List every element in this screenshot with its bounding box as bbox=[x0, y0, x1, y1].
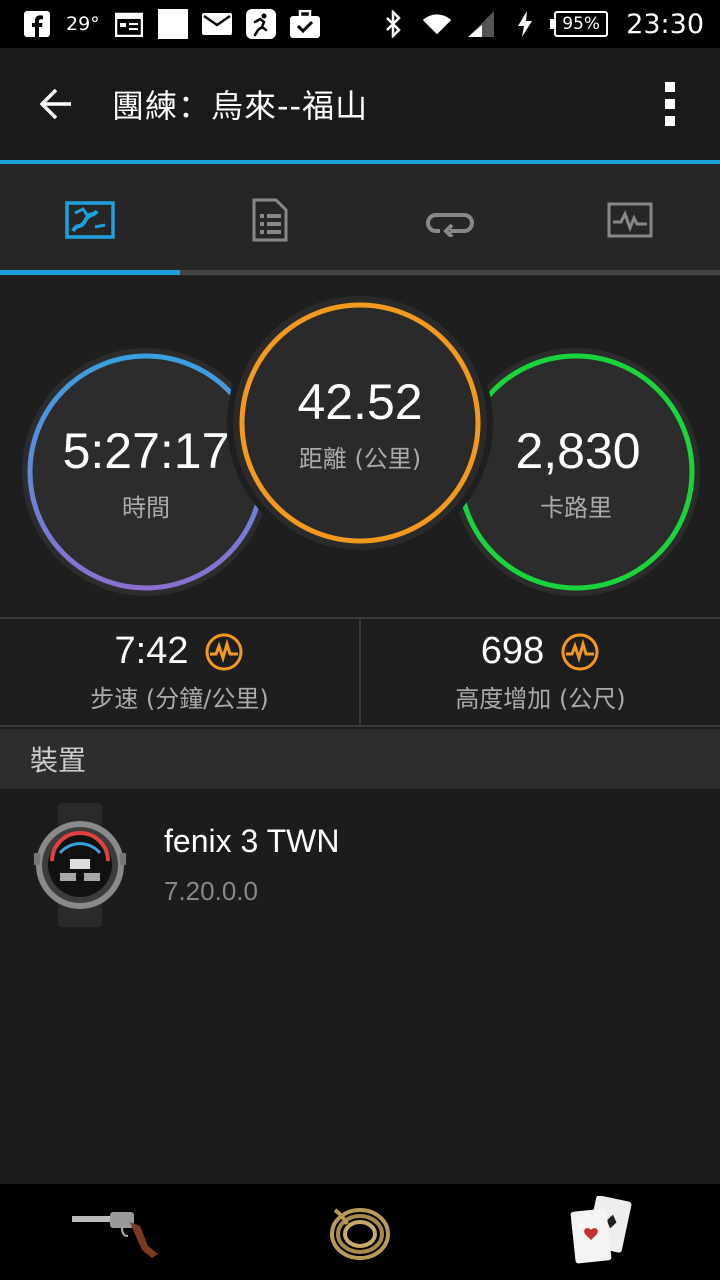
time-value: 5:27:17 bbox=[62, 422, 230, 479]
facebook-icon bbox=[22, 9, 52, 39]
tab-indicator-track bbox=[0, 270, 720, 275]
page-title: 團練：烏來--福山 bbox=[112, 87, 369, 125]
device-name: fenix 3 TWN bbox=[164, 823, 340, 859]
app-bar: 團練：烏來--福山 bbox=[0, 48, 720, 160]
device-version: 7.20.0.0 bbox=[164, 876, 258, 906]
distance-value: 42.52 bbox=[297, 373, 423, 430]
tab-map[interactable] bbox=[0, 164, 180, 276]
pulse-icon bbox=[205, 633, 243, 670]
bluetooth-icon bbox=[378, 9, 408, 39]
revolver-icon bbox=[72, 1212, 158, 1258]
temperature-text: 29° bbox=[66, 13, 100, 35]
back-button[interactable] bbox=[0, 48, 112, 160]
calories-circle[interactable]: 2,830 卡路里 bbox=[452, 348, 700, 596]
calories-label: 卡路里 bbox=[540, 493, 612, 522]
rope-icon bbox=[330, 1208, 390, 1260]
pace-stat[interactable]: 7:42 步速 (分鐘/公里) bbox=[0, 619, 359, 725]
charging-icon bbox=[510, 9, 540, 39]
arrow-left-icon bbox=[39, 88, 71, 120]
devices-section-header: 裝置 bbox=[0, 729, 720, 789]
distance-label: 距離 (公里) bbox=[298, 444, 422, 473]
calendar-icon bbox=[114, 9, 144, 39]
mail-icon bbox=[201, 9, 232, 39]
tab-indicator-active bbox=[0, 270, 180, 275]
runner-icon bbox=[245, 9, 276, 39]
tab-bar bbox=[0, 164, 720, 276]
revolver-button[interactable] bbox=[70, 1192, 170, 1272]
pulse-icon bbox=[561, 633, 599, 670]
bottom-ad-bar bbox=[0, 1184, 720, 1280]
stats-row: 7:42 步速 (分鐘/公里) 698 高度增加 (公尺) bbox=[0, 617, 720, 727]
elevation-label: 高度增加 (公尺) bbox=[455, 685, 626, 713]
pace-label: 步速 (分鐘/公里) bbox=[90, 685, 269, 713]
pace-value: 7:42 bbox=[114, 630, 189, 672]
time-label: 時間 bbox=[122, 493, 170, 522]
elevation-value: 698 bbox=[480, 630, 545, 672]
calories-value: 2,830 bbox=[515, 422, 641, 479]
watch-icon bbox=[34, 803, 126, 927]
signal-icon bbox=[466, 9, 496, 39]
details-list-icon bbox=[252, 198, 288, 242]
chart-icon bbox=[607, 202, 653, 238]
tab-charts[interactable] bbox=[540, 164, 720, 276]
tab-laps[interactable] bbox=[360, 164, 540, 276]
blank-icon bbox=[157, 9, 188, 39]
cards-button[interactable] bbox=[550, 1192, 650, 1272]
playing-cards-icon bbox=[570, 1196, 632, 1264]
wifi-icon bbox=[422, 9, 452, 39]
device-item[interactable]: fenix 3 TWN 7.20.0.0 bbox=[0, 790, 720, 940]
distance-circle[interactable]: 42.52 距離 (公里) bbox=[233, 296, 487, 550]
briefcase-icon bbox=[289, 9, 320, 39]
status-bar: 29° 95% 23:30 bbox=[0, 0, 720, 48]
more-options-button[interactable] bbox=[620, 48, 720, 160]
more-vertical-icon bbox=[665, 82, 675, 126]
map-icon bbox=[65, 201, 115, 239]
tab-details[interactable] bbox=[180, 164, 360, 276]
elevation-stat[interactable]: 698 高度增加 (公尺) bbox=[359, 619, 720, 725]
laps-icon bbox=[426, 213, 474, 237]
rope-button[interactable] bbox=[310, 1192, 410, 1272]
battery-indicator: 95% bbox=[550, 11, 609, 37]
summary-circles: 5:27:17 時間 2,830 卡路里 42.52 距離 (公里) bbox=[0, 276, 720, 616]
status-time: 23:30 bbox=[626, 8, 704, 40]
